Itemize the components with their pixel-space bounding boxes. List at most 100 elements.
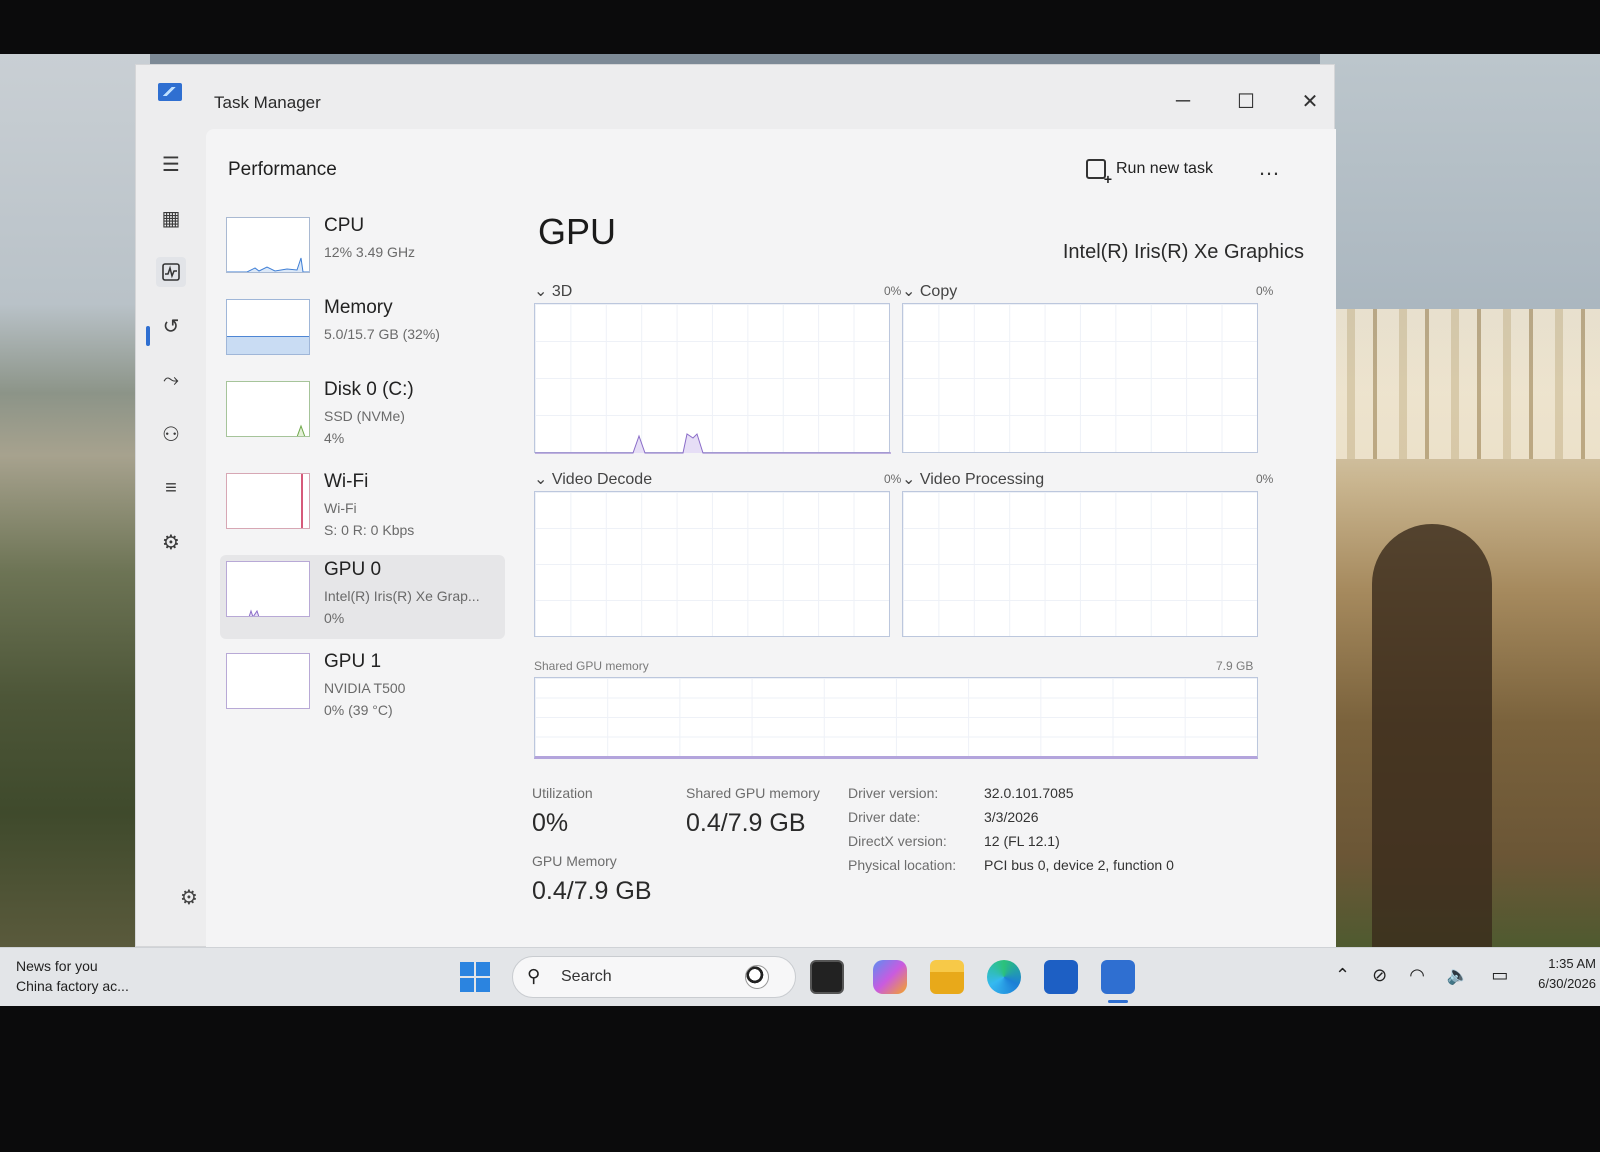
- taskbar: News for you China factory ac... ⚲ Searc…: [0, 947, 1600, 1006]
- resource-gpu-0[interactable]: GPU 0 Intel(R) Iris(R) Xe Grap... 0%: [220, 555, 505, 639]
- volume-icon[interactable]: 🔈: [1447, 965, 1469, 986]
- resource-wifi[interactable]: Wi-Fi Wi-Fi S: 0 R: 0 Kbps: [220, 467, 505, 551]
- taskbar-search-box[interactable]: ⚲ Search: [512, 956, 796, 998]
- start-button[interactable]: [460, 962, 490, 992]
- startup-icon[interactable]: ⤳: [156, 365, 186, 395]
- resource-detail: NVIDIA T500: [324, 680, 406, 696]
- gpu-memory-value: 0.4/7.9 GB: [532, 877, 652, 905]
- title-bar[interactable]: Task Manager ─ ☐ ✕: [136, 65, 1334, 129]
- microsoft-store-app-icon[interactable]: [1044, 960, 1078, 994]
- resource-cpu[interactable]: CPU 12% 3.49 GHz: [220, 211, 505, 295]
- directx-version-value: 12 (FL 12.1): [984, 833, 1060, 849]
- engine-3d-selector[interactable]: ⌄ 3D: [534, 281, 572, 301]
- search-placeholder: Search: [561, 968, 612, 985]
- resource-detail: Wi-Fi: [324, 500, 357, 516]
- engine-video-processing-selector[interactable]: ⌄ Video Processing: [902, 469, 1044, 489]
- disk-thumbnail-graph: [226, 381, 310, 437]
- clock-time: 1:35 AM: [1548, 956, 1596, 971]
- terminal-app-icon[interactable]: [810, 960, 844, 994]
- engine-video-processing-pct: 0%: [1256, 472, 1274, 486]
- resource-memory[interactable]: Memory 5.0/15.7 GB (32%): [220, 293, 505, 377]
- search-icon: ⚲: [527, 966, 541, 986]
- driver-version-value: 32.0.101.7085: [984, 785, 1074, 801]
- engine-video-processing-graph: [902, 491, 1258, 637]
- resource-detail: 0% (39 °C): [324, 702, 393, 718]
- resource-detail: SSD (NVMe): [324, 408, 405, 424]
- engine-label: Copy: [919, 283, 958, 300]
- processes-icon[interactable]: ▦: [156, 203, 186, 233]
- resource-detail: 5.0/15.7 GB (32%): [324, 326, 440, 342]
- edge-browser-app-icon[interactable]: [987, 960, 1021, 994]
- network-disconnected-icon[interactable]: ⊘: [1372, 965, 1387, 986]
- physical-location-label: Physical location:: [848, 857, 957, 873]
- memory-thumbnail-graph: [226, 299, 310, 355]
- cpu-thumbnail-graph: [226, 217, 310, 273]
- news-title: News for you: [16, 958, 98, 974]
- clock-date: 6/30/2026: [1538, 976, 1596, 991]
- run-new-task-label: Run new task: [1116, 160, 1213, 177]
- run-new-task-button[interactable]: Run new task: [1086, 159, 1213, 187]
- content-area: Performance Run new task … CPU 12% 3.49 …: [206, 129, 1336, 948]
- page-title: Performance: [228, 159, 337, 180]
- maximize-button[interactable]: ☐: [1222, 83, 1270, 119]
- engine-label: 3D: [551, 283, 573, 300]
- physical-location-value: PCI bus 0, device 2, function 0: [984, 857, 1174, 873]
- resource-name: Memory: [324, 297, 393, 318]
- shared-memory-label: Shared GPU memory: [686, 785, 820, 801]
- more-options-button[interactable]: …: [1258, 155, 1281, 181]
- microsoft-365-app-icon[interactable]: [873, 960, 907, 994]
- settings-icon[interactable]: ⚙: [180, 885, 198, 910]
- engine-copy-pct: 0%: [1256, 284, 1274, 298]
- taskbar-clock[interactable]: 1:35 AM 6/30/2026: [1522, 954, 1596, 994]
- shared-memory-graph: [534, 677, 1258, 759]
- wallpaper-village: [1325, 309, 1600, 459]
- engine-3d-pct: 0%: [884, 284, 902, 298]
- resource-detail: 0%: [324, 610, 345, 626]
- driver-version-label: Driver version:: [848, 785, 939, 801]
- monitor-screen: Task Manager ─ ☐ ✕ ☰ ▦ ↺ ⤳ ⚇ ≡ ⚙ Perform…: [0, 54, 1600, 1006]
- nav-active-indicator: [146, 326, 150, 346]
- wallpaper-bridge-arch: [1372, 524, 1492, 954]
- hamburger-icon[interactable]: ☰: [156, 149, 186, 179]
- engine-copy-graph: [902, 303, 1258, 453]
- utilization-value: 0%: [532, 809, 569, 837]
- engine-copy-selector[interactable]: ⌄ Copy: [902, 281, 957, 301]
- file-explorer-app-icon[interactable]: [930, 960, 964, 994]
- gpu-model-name: Intel(R) Iris(R) Xe Graphics: [1062, 241, 1304, 263]
- resource-gpu-1[interactable]: GPU 1 NVIDIA T500 0% (39 °C): [220, 647, 505, 731]
- resource-detail: Intel(R) Iris(R) Xe Grap...: [324, 588, 480, 604]
- resource-name: GPU 1: [324, 651, 382, 672]
- performance-icon[interactable]: [156, 257, 186, 287]
- system-tray: ⌃ ⊘ ◠ 🔈 ▭: [1335, 965, 1508, 986]
- resource-disk[interactable]: Disk 0 (C:) SSD (NVMe) 4%: [220, 375, 505, 459]
- wifi-icon[interactable]: ◠: [1409, 965, 1425, 986]
- shared-memory-graph-max: 7.9 GB: [1216, 659, 1254, 673]
- engine-video-decode-selector[interactable]: ⌄ Video Decode: [534, 469, 652, 489]
- app-history-icon[interactable]: ↺: [156, 311, 186, 341]
- shared-memory-value: 0.4/7.9 GB: [686, 809, 806, 837]
- news-widget[interactable]: News for you China factory ac...: [16, 956, 129, 996]
- engine-video-decode-pct: 0%: [884, 472, 902, 486]
- desktop-wallpaper-left: [0, 54, 150, 947]
- close-button[interactable]: ✕: [1286, 83, 1334, 119]
- users-icon[interactable]: ⚇: [156, 419, 186, 449]
- task-manager-taskbar-icon[interactable]: [1101, 960, 1135, 994]
- resource-name: GPU 0: [324, 559, 382, 580]
- engine-video-decode-graph: [534, 491, 890, 637]
- services-icon[interactable]: ⚙: [156, 527, 186, 557]
- minimize-button[interactable]: ─: [1159, 83, 1207, 119]
- show-hidden-icons-chevron-icon[interactable]: ⌃: [1335, 965, 1350, 986]
- gpu0-thumbnail-graph: [226, 561, 310, 617]
- engine-3d-graph: [534, 303, 891, 454]
- news-headline: China factory ac...: [16, 978, 129, 994]
- details-icon[interactable]: ≡: [156, 473, 186, 503]
- resource-detail: S: 0 R: 0 Kbps: [324, 522, 415, 538]
- battery-icon[interactable]: ▭: [1491, 965, 1508, 986]
- resource-name: Wi-Fi: [324, 471, 369, 492]
- directx-version-label: DirectX version:: [848, 833, 947, 849]
- resource-name: Disk 0 (C:): [324, 379, 414, 400]
- resource-detail: 12% 3.49 GHz: [324, 244, 416, 260]
- nav-rail: ☰ ▦ ↺ ⤳ ⚇ ≡ ⚙: [136, 129, 206, 948]
- task-manager-app-icon: [158, 83, 182, 101]
- resource-detail: 4%: [324, 430, 345, 446]
